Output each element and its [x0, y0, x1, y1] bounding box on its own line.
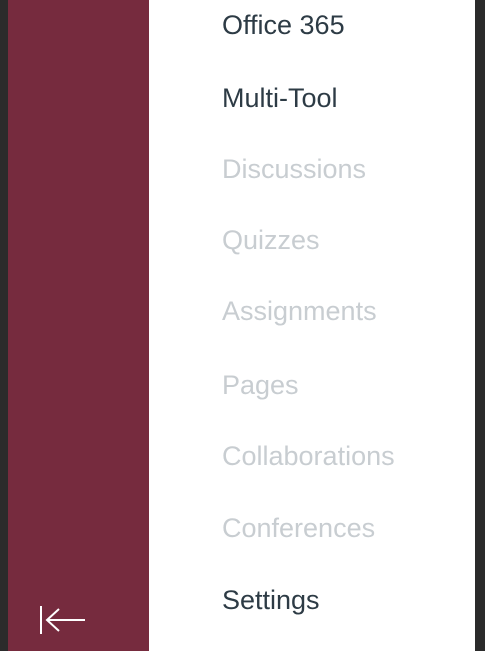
course-nav-item-multi-tool[interactable]: Multi-Tool — [222, 80, 338, 116]
course-navigation-menu: Office 365 Multi-Tool Discussions Quizze… — [149, 0, 485, 651]
course-nav-item-settings[interactable]: Settings — [222, 582, 320, 618]
course-nav-item-pages[interactable]: Pages — [222, 367, 299, 403]
window-edge — [475, 0, 485, 651]
collapse-nav-button[interactable] — [30, 598, 96, 642]
collapse-left-arrow-icon — [40, 606, 85, 634]
course-nav-item-office-365[interactable]: Office 365 — [222, 7, 345, 43]
course-nav-item-collaborations[interactable]: Collaborations — [222, 438, 395, 474]
course-nav-item-conferences[interactable]: Conferences — [222, 510, 375, 546]
screen: Office 365 Multi-Tool Discussions Quizze… — [0, 0, 485, 651]
course-nav-item-discussions[interactable]: Discussions — [222, 151, 366, 187]
course-nav-item-quizzes[interactable]: Quizzes — [222, 222, 320, 258]
course-nav-item-assignments[interactable]: Assignments — [222, 293, 377, 329]
global-navigation-rail — [8, 0, 149, 651]
